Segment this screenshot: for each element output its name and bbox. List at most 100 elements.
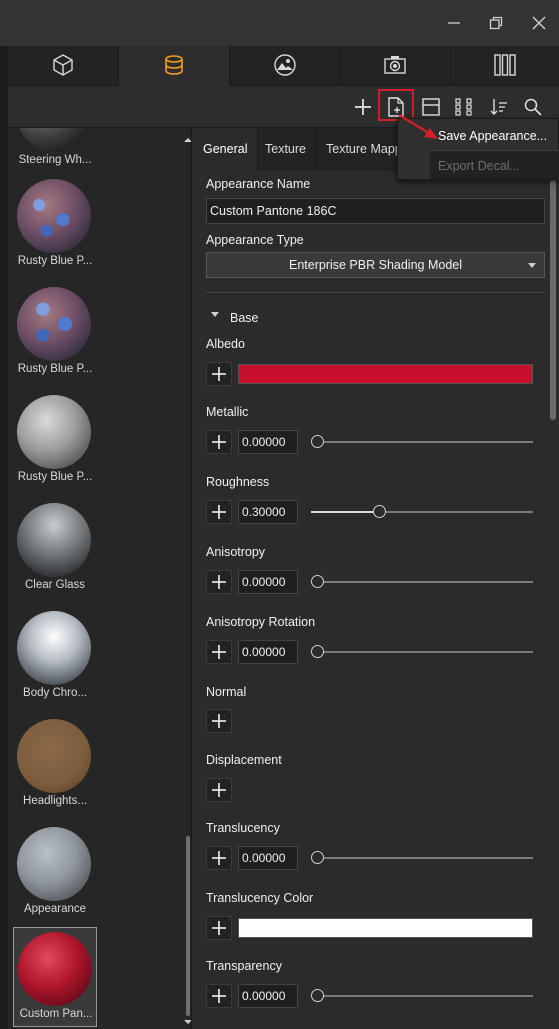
plus-icon <box>212 714 226 728</box>
collapse-icon[interactable] <box>211 312 219 317</box>
appearance-thumbnail <box>17 128 91 152</box>
appearance-thumbnail <box>17 395 91 469</box>
library-item-label: Headlights... <box>23 795 87 807</box>
plus-icon <box>212 435 226 449</box>
scroll-up-icon[interactable] <box>184 137 192 143</box>
transparency-value-input[interactable]: 0.00000 <box>238 984 298 1008</box>
transparency-label: Transparency <box>206 959 282 973</box>
plus-icon <box>212 575 226 589</box>
tab-appearances[interactable] <box>119 46 230 86</box>
main-tab-bar <box>0 46 559 86</box>
appearance-thumbnail <box>17 827 91 901</box>
roughness-value-input[interactable]: 0.30000 <box>238 500 298 524</box>
anisotropy-rotation-label: Anisotropy Rotation <box>206 615 316 629</box>
tab-render[interactable] <box>451 46 559 86</box>
library-scrollbar[interactable] <box>184 128 192 1029</box>
minimize-icon[interactable] <box>440 10 468 36</box>
library-item-label: Rusty Blue P... <box>17 255 93 267</box>
translucency-slider-knob[interactable] <box>311 851 324 864</box>
roughness-slider[interactable] <box>311 505 533 518</box>
albedo-add-texture-button[interactable] <box>206 362 232 386</box>
library-item[interactable]: Rusty Blue P... <box>13 391 97 491</box>
tab-environments[interactable] <box>230 46 340 86</box>
close-icon[interactable] <box>525 10 553 36</box>
appearance-library: Steering Wh... Rusty Blue P... Rusty Blu… <box>8 128 192 1029</box>
appearance-thumbnail <box>18 932 92 1006</box>
anisotropy-rotation-add-texture-button[interactable] <box>206 640 232 664</box>
environment-icon <box>273 53 297 80</box>
anisotropy-rotation-value-input[interactable]: 0.00000 <box>238 640 298 664</box>
anisotropy-add-texture-button[interactable] <box>206 570 232 594</box>
normal-add-texture-button[interactable] <box>206 709 232 733</box>
plus-icon <box>212 505 226 519</box>
translucency-color-swatch[interactable] <box>238 918 533 938</box>
translucency-color-label: Translucency Color <box>206 891 314 905</box>
library-item[interactable]: Headlights... <box>13 715 97 815</box>
library-item[interactable]: Rusty Blue P... <box>13 283 97 383</box>
tab-general[interactable]: General <box>193 128 259 170</box>
anisotropy-slider-knob[interactable] <box>311 575 324 588</box>
plus-icon <box>212 783 226 797</box>
translucency-label: Translucency <box>206 821 280 835</box>
grid-icon[interactable] <box>452 95 476 119</box>
plus-icon <box>212 989 226 1003</box>
appearance-type-value: Enterprise PBR Shading Model <box>288 258 462 272</box>
appearance-name-input[interactable]: Custom Pantone 186C <box>206 198 545 224</box>
appearance-name-label: Appearance Name <box>206 177 311 191</box>
anisotropy-label: Anisotropy <box>206 545 266 559</box>
metallic-slider-knob[interactable] <box>311 435 324 448</box>
section-base-title[interactable]: Base <box>230 311 259 325</box>
albedo-label: Albedo <box>206 337 245 351</box>
translucency-color-add-texture-button[interactable] <box>206 916 232 940</box>
add-icon[interactable] <box>351 95 375 119</box>
camera-icon <box>383 53 407 80</box>
library-item-selected[interactable]: Custom Pan... <box>13 927 97 1027</box>
library-scroll-thumb[interactable] <box>186 836 190 1016</box>
library-item[interactable]: Steering Wh... <box>13 128 97 174</box>
metallic-slider[interactable] <box>311 435 533 448</box>
roughness-slider-knob[interactable] <box>373 505 386 518</box>
roughness-add-texture-button[interactable] <box>206 500 232 524</box>
tab-cameras[interactable] <box>340 46 451 86</box>
anisotropy-slider[interactable] <box>311 575 533 588</box>
tab-texture[interactable]: Texture <box>255 128 317 170</box>
plus-icon <box>212 645 226 659</box>
appearance-thumbnail <box>17 503 91 577</box>
tab-models[interactable] <box>8 46 119 86</box>
anisotropy-value-input[interactable]: 0.00000 <box>238 570 298 594</box>
transparency-slider[interactable] <box>311 989 533 1002</box>
translucency-slider[interactable] <box>311 851 533 864</box>
annotation-arrow <box>398 113 438 139</box>
title-bar <box>0 0 559 46</box>
translucency-value-input[interactable]: 0.00000 <box>238 846 298 870</box>
albedo-color-swatch[interactable] <box>238 364 533 384</box>
transparency-add-texture-button[interactable] <box>206 984 232 1008</box>
columns-icon <box>493 53 517 80</box>
appearance-thumbnail <box>17 179 91 253</box>
transparency-slider-knob[interactable] <box>311 989 324 1002</box>
plus-icon <box>212 921 226 935</box>
scroll-down-icon[interactable] <box>184 1019 192 1025</box>
library-item[interactable]: Clear Glass <box>13 499 97 599</box>
library-item[interactable]: Appearance <box>13 823 97 923</box>
library-item-label: Appearance <box>23 903 87 915</box>
metallic-value-input[interactable]: 0.00000 <box>238 430 298 454</box>
library-item-label: Rusty Blue P... <box>17 471 93 483</box>
properties-scroll-thumb[interactable] <box>550 180 556 420</box>
translucency-add-texture-button[interactable] <box>206 846 232 870</box>
library-item-label: Clear Glass <box>24 579 86 591</box>
appearance-thumbnail <box>17 611 91 685</box>
metallic-add-texture-button[interactable] <box>206 430 232 454</box>
save-appearance-menu-item[interactable]: Save Appearance... <box>438 129 547 143</box>
anisotropy-rotation-slider[interactable] <box>311 645 533 658</box>
library-item[interactable]: Rusty Blue P... <box>13 175 97 275</box>
search-icon[interactable] <box>521 95 545 119</box>
normal-label: Normal <box>206 685 247 699</box>
appearance-type-dropdown[interactable]: Enterprise PBR Shading Model <box>206 252 545 278</box>
anisotropy-rotation-slider-knob[interactable] <box>311 645 324 658</box>
library-item[interactable]: Body Chro... <box>13 607 97 707</box>
sort-icon[interactable] <box>487 95 511 119</box>
restore-icon[interactable] <box>482 10 510 36</box>
section-divider <box>206 292 545 293</box>
displacement-add-texture-button[interactable] <box>206 778 232 802</box>
